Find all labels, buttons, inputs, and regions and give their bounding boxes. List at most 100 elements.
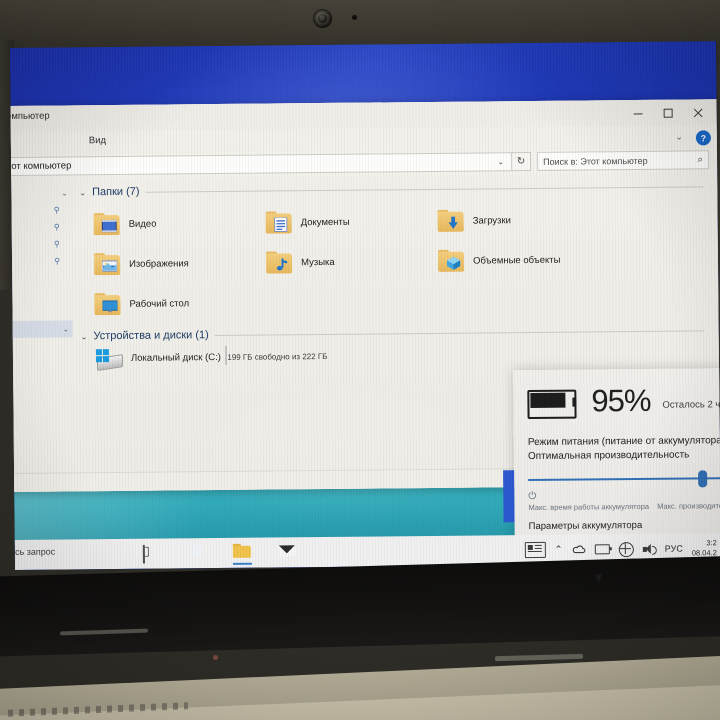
- group-title: Устройства и диски (1): [93, 329, 209, 343]
- search-input[interactable]: Поиск в: Этот компьютер ⌕: [537, 150, 710, 171]
- sidebar-item-documents[interactable]: менты ⚲: [10, 235, 72, 253]
- taskbar-buttons[interactable]: [142, 541, 297, 565]
- window-controls[interactable]: [623, 99, 713, 126]
- power-mode-value: Оптимальная производительность: [527, 449, 690, 463]
- battery-settings-link[interactable]: Параметры аккумулятора: [529, 520, 643, 532]
- 3d-objects-folder-icon: [437, 249, 465, 272]
- folder-label: Рабочий стол: [129, 297, 190, 310]
- sidebar-item-onedrive[interactable]: ive: [10, 303, 73, 321]
- pin-icon[interactable]: ⚲: [54, 240, 60, 249]
- sidebar-item-desktop[interactable]: чий стол ⚲: [10, 201, 72, 219]
- folder-label: Загрузки: [472, 214, 511, 227]
- folder-item-pictures[interactable]: Изображения: [93, 243, 266, 285]
- volume-speaker-icon[interactable]: [642, 543, 657, 555]
- slider-scale-left: Макс. время работы аккумулятора: [528, 501, 650, 513]
- pin-icon[interactable]: ⚲: [54, 223, 60, 232]
- sidebar-item-this-pc[interactable]: компьютер ⌄: [10, 320, 73, 339]
- group-title: Папки (7): [92, 185, 140, 199]
- pin-icon[interactable]: ⚲: [54, 257, 60, 266]
- mail-button[interactable]: [278, 541, 297, 560]
- pin-icon[interactable]: ⚲: [54, 206, 60, 215]
- refresh-icon[interactable]: ↻: [512, 152, 532, 172]
- maximize-button[interactable]: [653, 100, 683, 126]
- breadcrumb-item-this-pc[interactable]: Этот компьютер: [10, 160, 71, 172]
- folder-item-desktop[interactable]: Рабочий стол: [94, 283, 266, 325]
- folder-item-3d-objects[interactable]: Объемные объекты: [437, 239, 610, 281]
- slider-track[interactable]: [528, 476, 720, 482]
- video-folder-icon: [93, 212, 121, 235]
- sidebar-item-quick-access[interactable]: ый доступ ⌄: [10, 184, 71, 202]
- laptop-photo: ▾ | Этот компьютер омпьют: [0, 0, 720, 720]
- tab-view[interactable]: Вид: [89, 135, 106, 146]
- expand-ribbon-chevron-down-icon[interactable]: ⌄: [675, 132, 683, 143]
- help-icon[interactable]: ?: [695, 130, 711, 146]
- microphone-hole-icon: [352, 15, 357, 20]
- minimize-button[interactable]: [623, 100, 653, 126]
- folder-item-downloads[interactable]: Загрузки: [437, 199, 609, 241]
- group-divider: [214, 329, 705, 336]
- desktop-folder-icon: [94, 292, 121, 315]
- sidebar-item-music[interactable]: ыка: [10, 286, 72, 304]
- slider-scale: Макс. время работы аккумулятора Макс. пр…: [514, 500, 720, 512]
- active-app-indicator: [232, 562, 252, 565]
- hard-drive-icon: [95, 348, 124, 372]
- chevron-down-icon[interactable]: ⌄: [79, 188, 86, 197]
- drive-meta: Локальный диск (C:) 199 ГБ свободно из 2…: [130, 345, 328, 366]
- documents-folder-icon: [265, 210, 293, 234]
- folder-label: Документы: [300, 216, 350, 228]
- power-mode-label: Режим питания (питание от аккумулятора):: [527, 435, 720, 449]
- sidebar-item-downloads[interactable]: узки ⚲: [10, 218, 72, 236]
- onedrive-icon[interactable]: [572, 542, 586, 556]
- battery-icon: [527, 389, 579, 419]
- folder-label: Видео: [128, 218, 157, 230]
- sidebar-item-pictures[interactable]: бражения ⚲: [10, 252, 72, 270]
- battery-percent: 95%: [591, 382, 651, 419]
- edge-button[interactable]: [188, 542, 207, 561]
- navigation-pane[interactable]: ый доступ ⌄ чий стол ⚲ узки ⚲ менты ⚲: [10, 178, 74, 474]
- slider-knob[interactable]: [698, 470, 708, 488]
- power-mode-slider[interactable]: [528, 470, 720, 488]
- sidebar-item-video[interactable]: то: [10, 269, 72, 287]
- folder-label: Объемные объекты: [473, 254, 561, 267]
- chevron-down-icon[interactable]: ⌄: [61, 189, 67, 197]
- folder-item-documents[interactable]: Документы: [265, 201, 437, 243]
- chevron-down-icon[interactable]: ⌄: [81, 332, 88, 341]
- quick-access-toolbar[interactable]: ▾ | Этот компьютер: [10, 111, 50, 123]
- folder-tiles: Видео Документы Загрузки Изображения Муз…: [71, 192, 718, 324]
- breadcrumb[interactable]: › Этот компьютер ⌄: [10, 152, 513, 177]
- folder-label: Музыка: [301, 256, 335, 268]
- battery-time-remaining: Осталось 2 ч 37 м: [662, 399, 720, 411]
- battery-saver-icon: ⏻: [528, 490, 537, 503]
- drive-label: Локальный диск (C:): [130, 351, 221, 364]
- task-view-button[interactable]: [142, 543, 162, 564]
- taskbar-search-input[interactable]: Поиск, введите здесь запрос: [10, 546, 165, 558]
- flyout-edge-accent: [503, 470, 515, 523]
- battery-summary: 95% Осталось 2 ч 37 м: [513, 368, 720, 420]
- music-folder-icon: [265, 250, 293, 274]
- pictures-folder-icon: [93, 252, 121, 275]
- clock-time: 3:2: [706, 538, 717, 548]
- close-button[interactable]: [683, 99, 713, 125]
- file-explorer-button[interactable]: [232, 542, 252, 565]
- folder-item-music[interactable]: Музыка: [265, 241, 438, 283]
- chevron-down-icon[interactable]: ⌄: [497, 157, 507, 166]
- language-indicator[interactable]: РУС: [665, 544, 683, 554]
- background-window-sheen: [10, 482, 251, 546]
- window-title: Этот компьютер: [10, 110, 50, 123]
- laptop-bottom-bezel: [0, 555, 720, 657]
- group-divider: [145, 185, 704, 193]
- search-icon[interactable]: ⌕: [697, 154, 703, 165]
- slider-scale-right: Макс. производительность: [657, 500, 720, 511]
- folder-item-video[interactable]: Видео: [93, 203, 266, 245]
- battery-tray-icon[interactable]: [594, 544, 610, 555]
- battery-flyout[interactable]: 95% Осталось 2 ч 37 м Режим питания (пит…: [503, 367, 720, 543]
- chevron-down-icon[interactable]: ⌄: [63, 325, 69, 333]
- network-globe-icon[interactable]: [618, 541, 634, 557]
- show-hidden-icons-chevron-up-icon[interactable]: ⌃: [554, 544, 562, 555]
- downloads-folder-icon: [437, 209, 465, 232]
- hinge-right: [494, 653, 584, 662]
- power-mode-text: Режим питания (питание от аккумулятора):…: [514, 418, 720, 464]
- laptop-screen: ▾ | Этот компьютер омпьют: [10, 41, 720, 570]
- search-placeholder: Поиск в: Этот компьютер: [543, 155, 648, 167]
- news-and-interests-icon[interactable]: [524, 541, 546, 559]
